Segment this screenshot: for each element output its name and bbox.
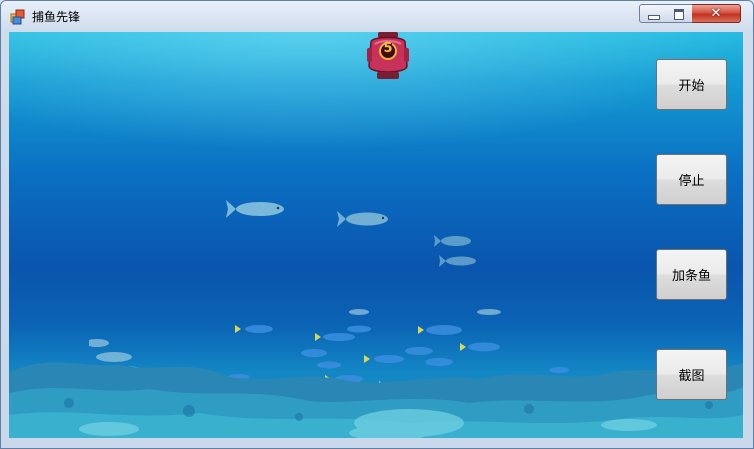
add-fish-button[interactable]: 加条鱼: [656, 249, 727, 300]
fish: [439, 255, 476, 267]
close-button[interactable]: ✕: [692, 4, 741, 23]
fish: [434, 235, 471, 247]
lantern-number: 5: [383, 41, 393, 56]
app-window-icon: [10, 9, 25, 25]
coral-reef: [9, 362, 743, 438]
close-icon: ✕: [710, 6, 722, 21]
lantern-icon: [367, 32, 409, 79]
screenshot-button[interactable]: 截图: [656, 349, 727, 400]
fish: [337, 211, 388, 227]
window-title: 捕鱼先锋: [32, 10, 81, 24]
app-window: 捕鱼先锋 ✕ 5 开始 停止 加条鱼 截图: [0, 0, 754, 449]
fish: [226, 200, 284, 218]
title-bar[interactable]: 捕鱼先锋 ✕: [1, 1, 753, 31]
ocean-scene[interactable]: 5 开始 停止 加条鱼 截图: [9, 32, 743, 438]
start-button[interactable]: 开始: [656, 59, 727, 110]
minimize-button[interactable]: [639, 4, 667, 23]
stop-button[interactable]: 停止: [656, 154, 727, 205]
maximize-button[interactable]: [666, 4, 693, 23]
score-lantern: 5: [365, 32, 411, 82]
